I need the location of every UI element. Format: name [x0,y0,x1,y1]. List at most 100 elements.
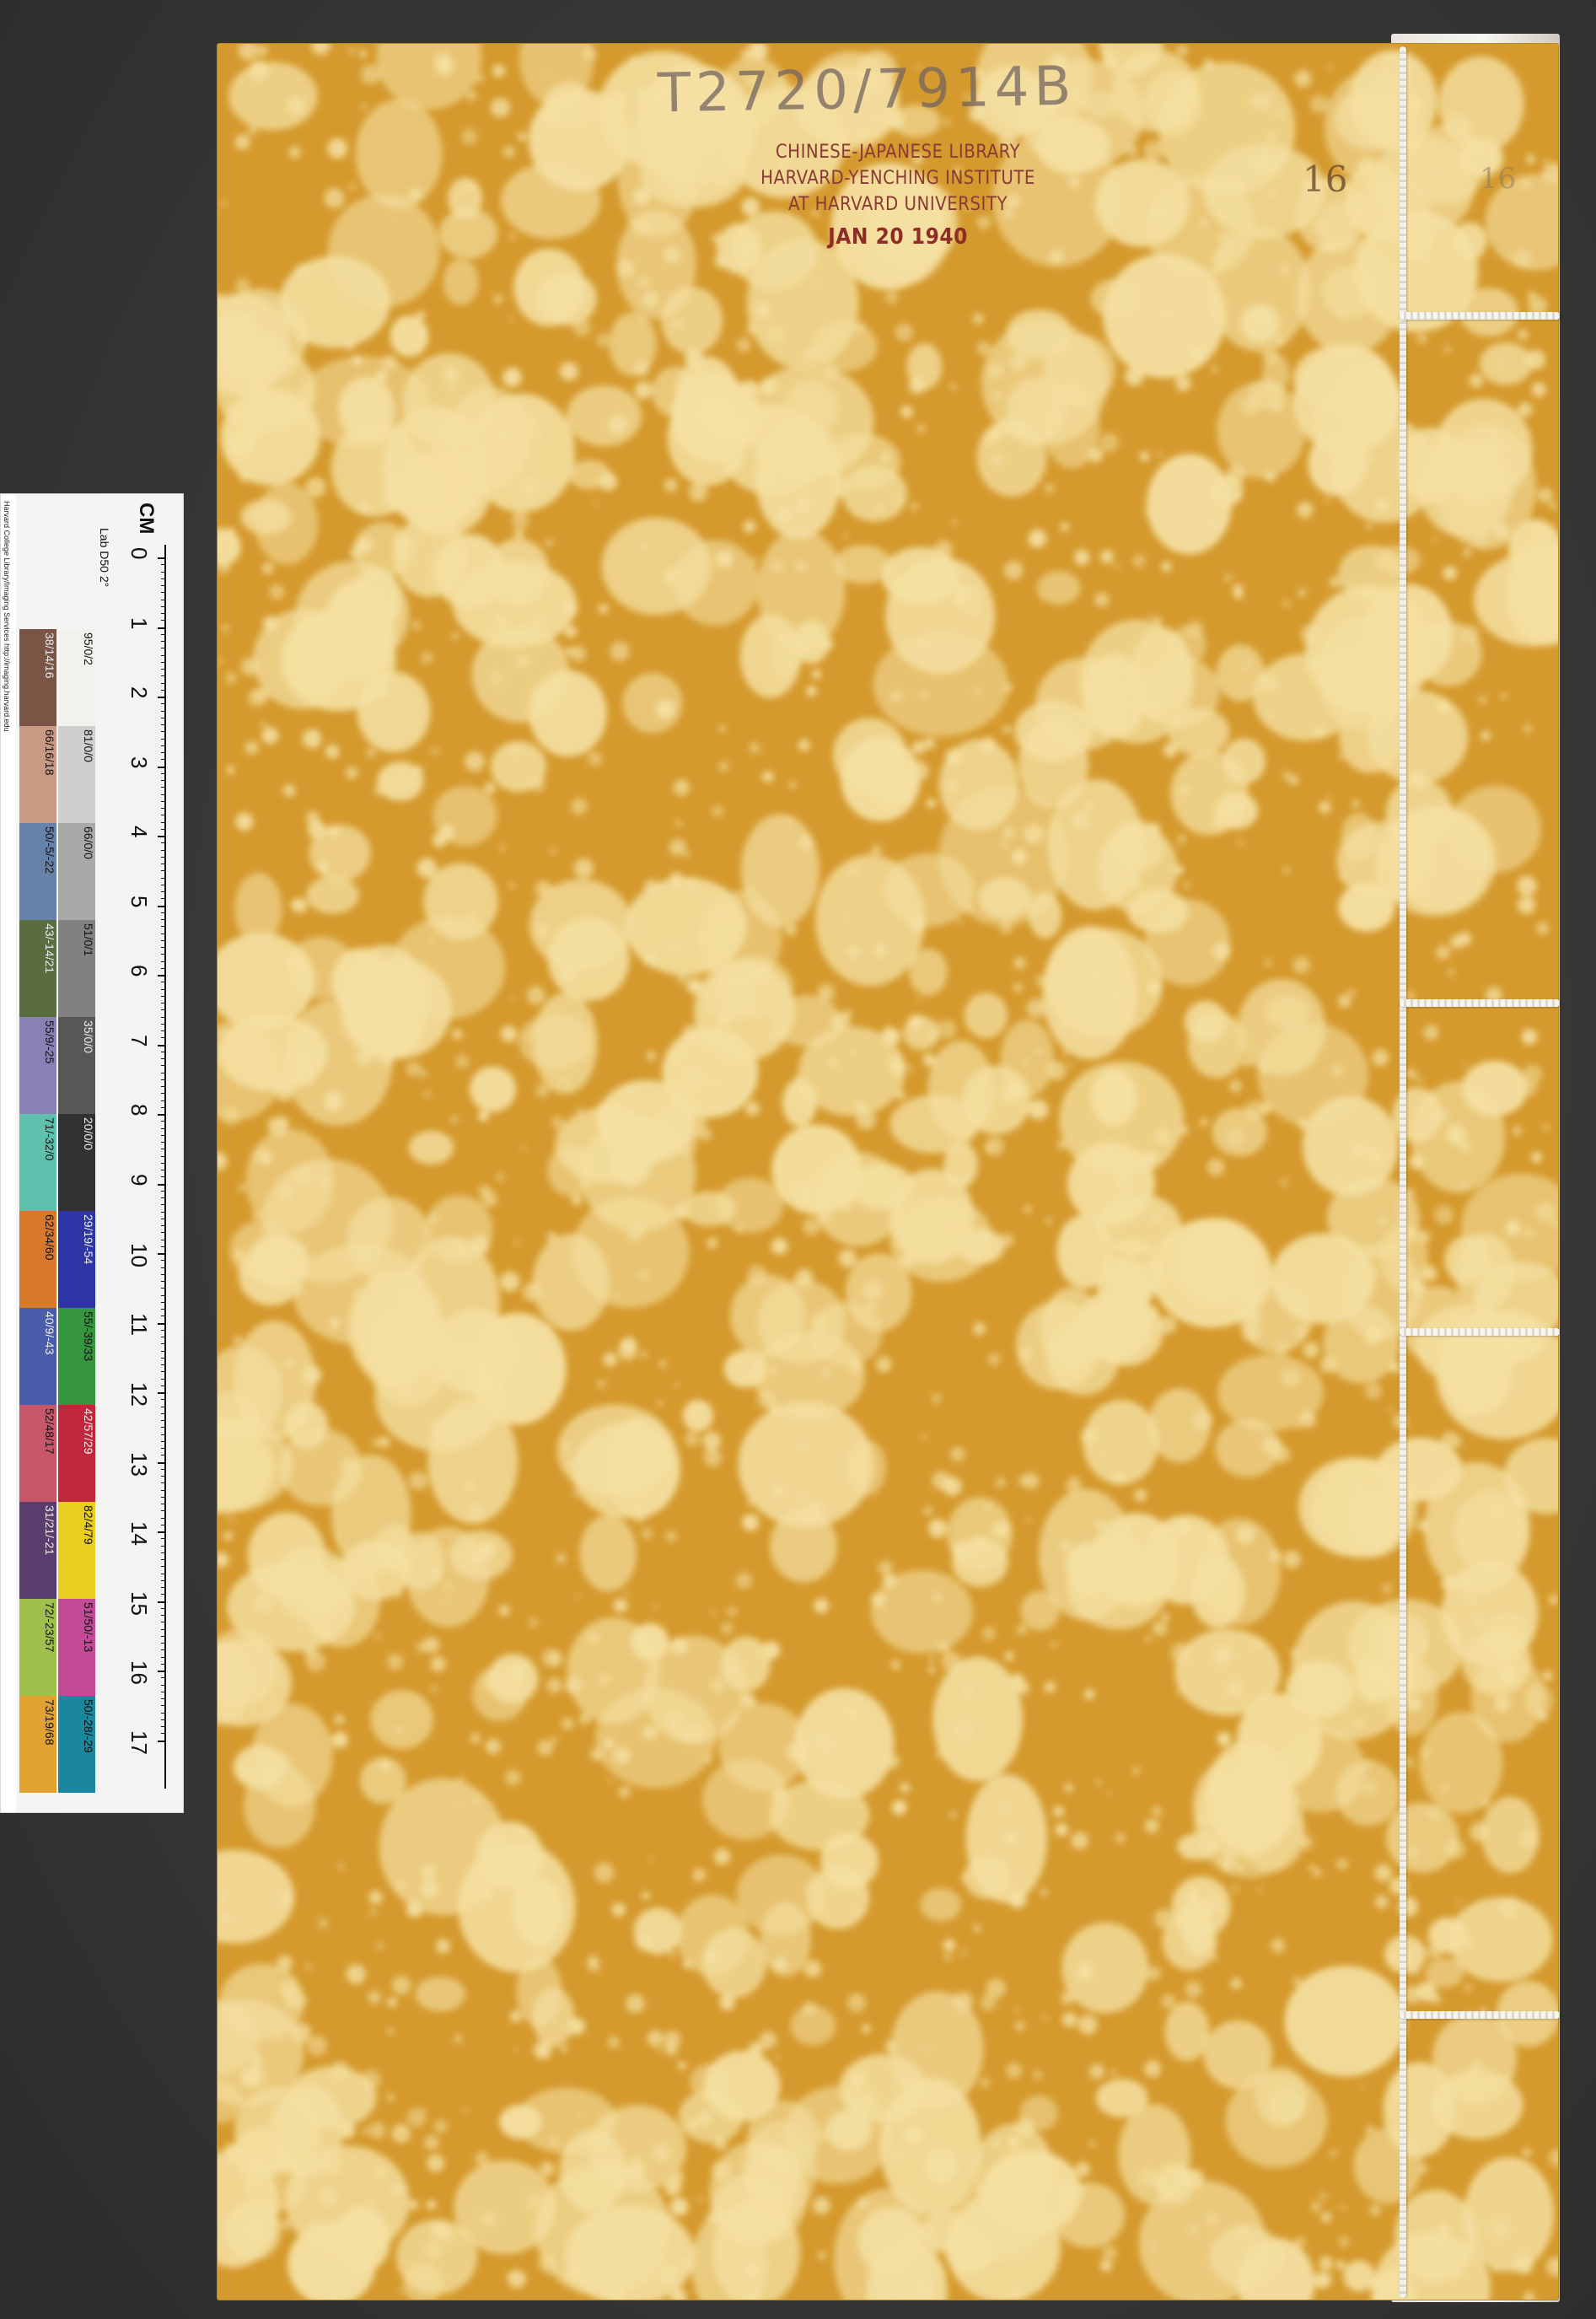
cover-droplet [1416,1229,1431,1244]
cover-droplet [1287,1816,1296,1825]
cover-droplet [1088,447,1104,463]
cover-droplet [502,368,522,387]
cover-droplet [973,1924,981,1933]
cover-droplet [839,479,844,484]
ruler-minor-tick [161,856,166,858]
cover-droplet [603,1352,618,1367]
ruler-minor-tick [161,1364,166,1365]
cover-droplet [636,88,653,105]
ruler-number: 15 [126,1590,152,1616]
cover-droplet [1274,1940,1279,1945]
cover-droplet [1470,1252,1475,1258]
cover-droplet [852,1697,859,1704]
cover-droplet [1060,522,1070,532]
cover-droplet [1226,1128,1244,1147]
cover-spot [736,1854,826,1935]
cover-droplet [1242,661,1251,670]
cover-droplet [949,383,956,390]
cover-droplet [526,986,545,1005]
cover-droplet [1240,1056,1252,1068]
patch-label: 66/16/18 [43,729,56,776]
cover-droplet [1144,1819,1159,1833]
cover-droplet [1187,1888,1199,1900]
cover-droplet [470,1733,481,1744]
cover-droplet [1437,2223,1450,2236]
cover-droplet [719,1994,735,2011]
cover-droplet [1072,812,1089,829]
cover-droplet [1447,1675,1451,1679]
cover-droplet [680,2257,695,2271]
cover-droplet [1531,1152,1542,1163]
cover-droplet [1498,1665,1519,1685]
cover-droplet [1004,683,1013,691]
library-accession-stamp: CHINESE-JAPANESE LIBRARY HARVARD-YENCHIN… [717,139,1079,253]
cover-droplet [318,861,330,872]
cover-droplet [613,1598,628,1613]
cover-droplet [1144,509,1150,516]
cover-droplet [255,368,260,373]
ruler-minor-tick [161,1343,166,1345]
cover-droplet [841,2134,846,2139]
ruler-minor-tick [161,1134,166,1136]
patch-label: 50/-28/-29 [82,1699,95,1753]
cover-droplet [712,805,723,817]
cover-droplet [331,1731,348,1748]
cover-droplet [798,739,810,751]
cover-droplet [928,1655,936,1663]
cover-droplet [1333,1470,1338,1474]
ruler-minor-tick [161,1106,166,1108]
cover-droplet [237,1763,252,1778]
ruler-minor-tick [161,641,166,642]
cover-droplet [1147,1307,1158,1318]
ruler-minor-tick [161,787,166,788]
cover-droplet [359,50,368,58]
cover-droplet [1374,1864,1392,1881]
cover-droplet [240,657,259,676]
cover-spot [579,1515,637,1592]
ruler-minor-tick [161,794,166,795]
ruler-minor-tick [161,1378,166,1380]
cover-droplet [545,72,550,77]
cover-droplet [1298,1118,1309,1130]
cover-droplet [893,2152,903,2162]
ruler-minor-tick [161,1176,166,1178]
cover-droplet [1255,1640,1262,1648]
cover-droplet [1158,1316,1177,1334]
cover-droplet [1179,1125,1189,1135]
cover-droplet [1126,145,1138,157]
cover-spot [1184,1000,1228,1043]
cover-droplet [1514,2255,1534,2274]
cover-droplet [1068,1063,1073,1068]
cover-droplet [653,1605,658,1609]
cover-droplet [985,1137,1004,1156]
cover-droplet [220,1168,224,1171]
cover-droplet [375,369,388,382]
cover-droplet [1228,1079,1243,1093]
patch-label: 35/0/0 [82,1020,95,1053]
cover-droplet [346,1964,366,1984]
cover-droplet [655,700,675,719]
cover-droplet [598,1673,611,1687]
cover-droplet [810,1313,830,1333]
cover-droplet [1128,1590,1136,1599]
cover-droplet [821,363,839,380]
cover-spot [327,194,440,308]
cover-droplet [508,882,515,889]
cover-spot [234,2087,322,2174]
cover-droplet [948,1811,956,1818]
cover-spot [1083,1400,1159,1485]
cover-droplet [1491,2220,1509,2239]
cover-droplet [221,202,226,207]
cover-droplet [261,562,274,574]
cover-droplet [309,2221,322,2234]
cover-droplet [814,280,819,286]
cover-droplet [881,1026,898,1044]
cover-droplet [1417,250,1432,265]
ruler-minor-tick [161,1545,166,1547]
ruler-minor-tick [161,1628,166,1630]
cover-droplet [719,1662,734,1677]
ruler-minor-tick [161,1482,166,1484]
cover-droplet [684,1646,688,1650]
cover-droplet [387,2028,394,2035]
cover-droplet [613,1746,631,1764]
